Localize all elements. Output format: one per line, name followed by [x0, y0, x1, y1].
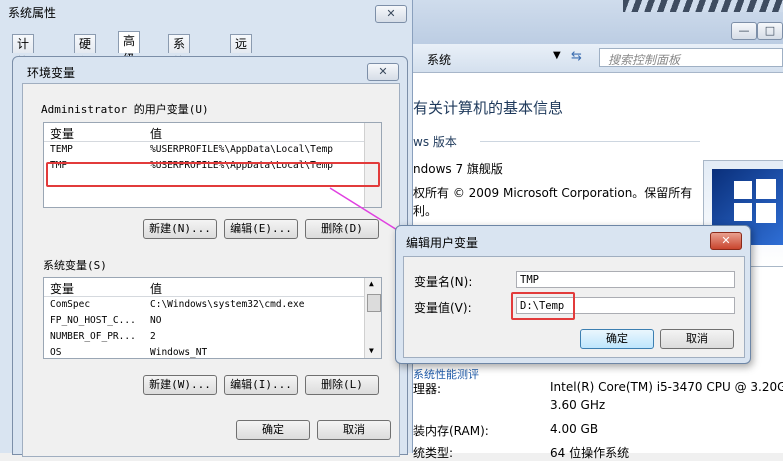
close-icon[interactable]: ✕: [710, 232, 742, 250]
annotation-highlight: [511, 292, 575, 320]
dialog-title: 编辑用户变量: [406, 236, 479, 250]
dialog-body: 变量名(N): TMP 变量值(V): D:\Temp 确定 取消: [403, 256, 745, 358]
cancel-button[interactable]: 取消: [660, 329, 734, 349]
ok-button[interactable]: 确定: [580, 329, 654, 349]
variable-value-label: 变量值(V):: [414, 301, 472, 315]
edit-user-variable-dialog: 编辑用户变量 ✕ 变量名(N): TMP 变量值(V): D:\Temp 确定 …: [395, 225, 751, 364]
variable-name-label: 变量名(N):: [414, 275, 473, 289]
variable-name-field[interactable]: TMP: [516, 271, 735, 288]
